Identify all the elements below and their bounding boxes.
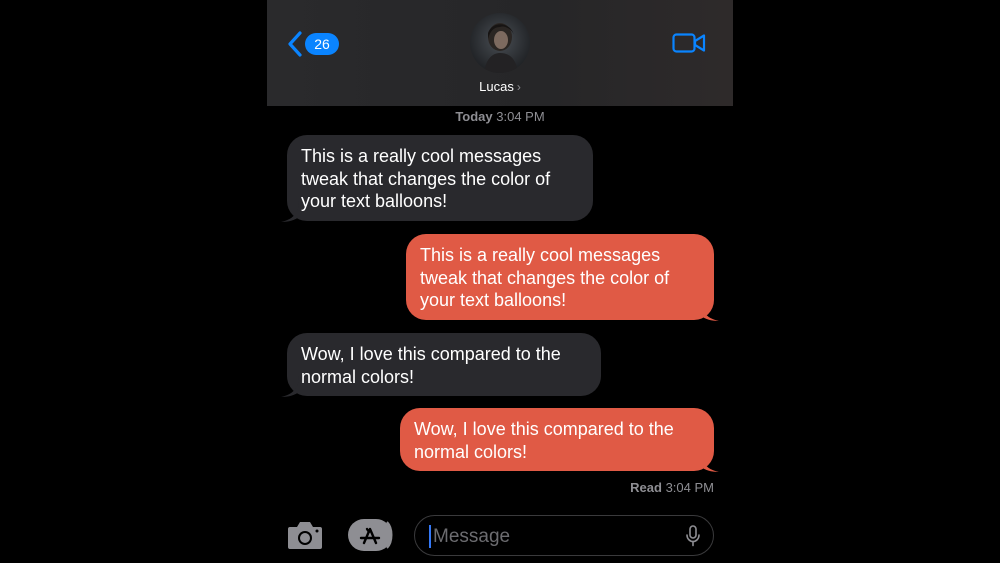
message-bubble-sent[interactable]: This is a really cool messages tweak tha… — [406, 234, 714, 320]
bubble-tail — [281, 201, 299, 222]
message-input[interactable]: Message — [414, 515, 714, 556]
contact-name[interactable]: Lucas › — [267, 79, 733, 94]
bubble-tail — [701, 300, 719, 321]
timestamp-time: 3:04 PM — [496, 109, 545, 124]
message-text: Wow, I love this compared to the normal … — [414, 419, 674, 462]
conversation-timestamp: Today 3:04 PM — [267, 109, 733, 124]
chevron-right-icon: › — [516, 80, 521, 94]
conversation-header: 26 Lucas › — [267, 0, 733, 106]
video-camera-icon[interactable] — [672, 32, 706, 54]
back-button[interactable]: 26 — [287, 31, 339, 57]
bubble-tail — [281, 376, 299, 397]
camera-icon[interactable] — [286, 519, 324, 551]
message-bubble-sent[interactable]: Wow, I love this compared to the normal … — [400, 408, 714, 471]
contact-avatar[interactable] — [470, 13, 530, 73]
read-time: 3:04 PM — [665, 480, 714, 495]
app-store-icon[interactable] — [347, 518, 395, 552]
message-text: This is a really cool messages tweak tha… — [301, 146, 551, 211]
contact-name-label: Lucas — [479, 79, 514, 94]
message-text: This is a really cool messages tweak tha… — [420, 245, 670, 310]
text-cursor — [429, 525, 431, 548]
timestamp-day: Today — [455, 109, 493, 124]
read-label: Read — [630, 480, 662, 495]
message-bubble-received[interactable]: Wow, I love this compared to the normal … — [287, 333, 601, 396]
message-bubble-received[interactable]: This is a really cool messages tweak tha… — [287, 135, 593, 221]
microphone-icon[interactable] — [685, 525, 701, 547]
avatar-photo — [470, 13, 530, 73]
chevron-left-icon — [288, 31, 302, 57]
read-receipt: Read 3:04 PM — [630, 480, 714, 495]
messages-screen: 26 Lucas › Today 3:04 PM This is a reall… — [267, 0, 733, 563]
message-placeholder: Message — [433, 526, 511, 547]
unread-count-badge: 26 — [305, 33, 339, 55]
bubble-tail — [701, 451, 719, 472]
message-text: Wow, I love this compared to the normal … — [301, 344, 561, 387]
